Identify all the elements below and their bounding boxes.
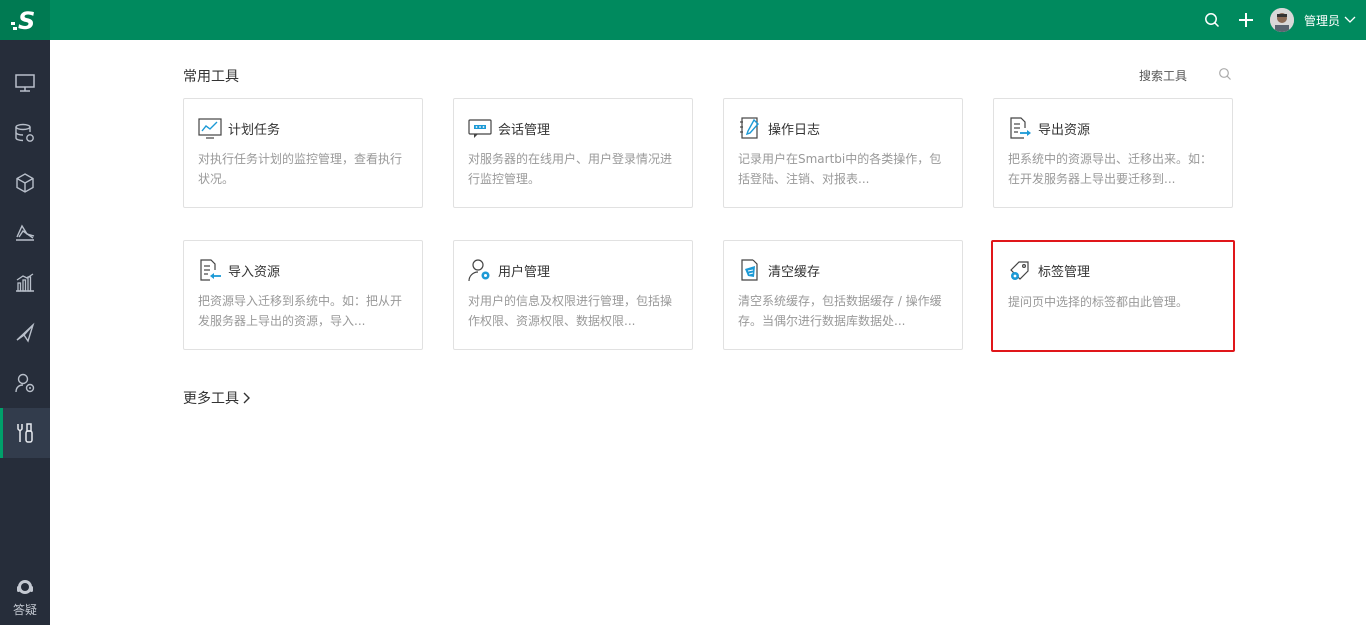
tool-card-import-resources[interactable]: 导入资源 把资源导入迁移到系统中。如：把从开发服务器上导出的资源，导入... bbox=[183, 240, 423, 350]
chevron-right-icon bbox=[243, 392, 250, 404]
add-icon[interactable] bbox=[1236, 10, 1256, 30]
database-gear-icon bbox=[15, 123, 34, 142]
bar-chart-icon bbox=[16, 273, 34, 292]
sidebar-item-tools[interactable] bbox=[0, 408, 50, 458]
help-label: 答疑 bbox=[12, 602, 37, 617]
sidebar-item-data[interactable] bbox=[0, 108, 50, 158]
tool-card-user-management[interactable]: 用户管理 对用户的信息及权限进行管理，包括操作权限、资源权限、数据权限... bbox=[453, 240, 693, 350]
more-tools-label: 更多工具 bbox=[183, 391, 239, 407]
card-desc: 对用户的信息及权限进行管理，包括操作权限、资源权限、数据权限... bbox=[468, 294, 673, 328]
document-import-icon bbox=[198, 258, 222, 282]
user-gear-icon bbox=[15, 373, 35, 393]
more-tools-link[interactable]: 更多工具 bbox=[183, 388, 251, 408]
card-title: 导入资源 bbox=[228, 264, 281, 280]
sidebar-item-model[interactable] bbox=[0, 158, 50, 208]
user-name[interactable]: 管理员 bbox=[1304, 12, 1340, 29]
avatar[interactable] bbox=[1269, 8, 1294, 32]
card-title: 操作日志 bbox=[768, 122, 821, 138]
search-icon[interactable] bbox=[1218, 66, 1232, 80]
monitor-icon bbox=[15, 74, 35, 92]
card-desc: 对执行任务计划的监控管理，查看执行状况。 bbox=[198, 152, 403, 186]
user-gear-icon bbox=[468, 258, 492, 282]
card-title: 会话管理 bbox=[498, 122, 551, 138]
chevron-down-icon[interactable] bbox=[1344, 16, 1356, 24]
tools-icon bbox=[17, 423, 33, 443]
tool-card-session-management[interactable]: 会话管理 对服务器的在线用户、用户登录情况进行监控管理。 bbox=[453, 98, 693, 208]
sidebar-help[interactable]: 答疑 bbox=[0, 570, 50, 625]
card-desc: 把系统中的资源导出、迁移出来。如：在开发服务器上导出要迁移到... bbox=[1008, 152, 1213, 186]
card-title: 清空缓存 bbox=[768, 264, 821, 280]
card-desc: 记录用户在Smartbi中的各类操作，包括登陆、注销、对报表... bbox=[738, 152, 942, 186]
card-desc: 对服务器的在线用户、用户登录情况进行监控管理。 bbox=[468, 152, 673, 186]
sidebar: 答疑 bbox=[0, 40, 50, 625]
sidebar-item-monitor[interactable] bbox=[0, 58, 50, 108]
tool-card-export-resources[interactable]: 导出资源 把系统中的资源导出、迁移出来。如：在开发服务器上导出要迁移到... bbox=[993, 98, 1233, 208]
paper-plane-icon bbox=[16, 322, 35, 343]
card-desc: 提问页中选择的标签都由此管理。 bbox=[1008, 295, 1189, 309]
card-desc: 清空系统缓存，包括数据缓存 / 操作缓存。当偶尔进行数据库数据处... bbox=[738, 294, 942, 328]
tag-gear-icon bbox=[1008, 258, 1032, 282]
top-bar: S 管理员 bbox=[0, 0, 1366, 40]
card-desc: 把资源导入迁移到系统中。如：把从开发服务器上导出的资源，导入... bbox=[198, 294, 403, 328]
chart-screen-icon bbox=[198, 116, 222, 140]
document-export-icon bbox=[1008, 116, 1032, 140]
main-content: 常用工具 搜索工具 计划任务 对执行任务计划的监控管理，查看执行状况。 会话管理… bbox=[50, 40, 1366, 625]
tool-card-clear-cache[interactable]: 清空缓存 清空系统缓存，包括数据缓存 / 操作缓存。当偶尔进行数据库数据处... bbox=[723, 240, 963, 350]
headset-icon bbox=[17, 579, 33, 594]
tool-card-scheduled-tasks[interactable]: 计划任务 对执行任务计划的监控管理，查看执行状况。 bbox=[183, 98, 423, 208]
tool-card-operation-log[interactable]: 操作日志 记录用户在Smartbi中的各类操作，包括登陆、注销、对报表... bbox=[723, 98, 963, 208]
smartbi-logo[interactable]: S bbox=[0, 0, 50, 40]
sidebar-item-publish[interactable] bbox=[0, 308, 50, 358]
cube-icon bbox=[16, 173, 34, 193]
sidebar-item-user[interactable] bbox=[0, 358, 50, 408]
broom-icon bbox=[738, 258, 762, 282]
section-title: 常用工具 bbox=[183, 69, 239, 85]
card-title: 用户管理 bbox=[498, 264, 551, 280]
sidebar-item-report[interactable] bbox=[0, 258, 50, 308]
chat-screen-icon bbox=[468, 116, 492, 140]
search-icon[interactable] bbox=[1202, 10, 1222, 30]
card-title: 导出资源 bbox=[1038, 122, 1091, 138]
notebook-pen-icon bbox=[738, 116, 762, 140]
card-title: 标签管理 bbox=[1038, 264, 1091, 280]
sidebar-item-analysis[interactable] bbox=[0, 208, 50, 258]
svg-text:S: S bbox=[18, 7, 35, 33]
search-tools-label[interactable]: 搜索工具 bbox=[1139, 67, 1187, 84]
layers-icon bbox=[16, 224, 35, 241]
tool-card-tag-management[interactable]: 标签管理 提问页中选择的标签都由此管理。 bbox=[991, 240, 1235, 352]
card-title: 计划任务 bbox=[228, 122, 281, 138]
